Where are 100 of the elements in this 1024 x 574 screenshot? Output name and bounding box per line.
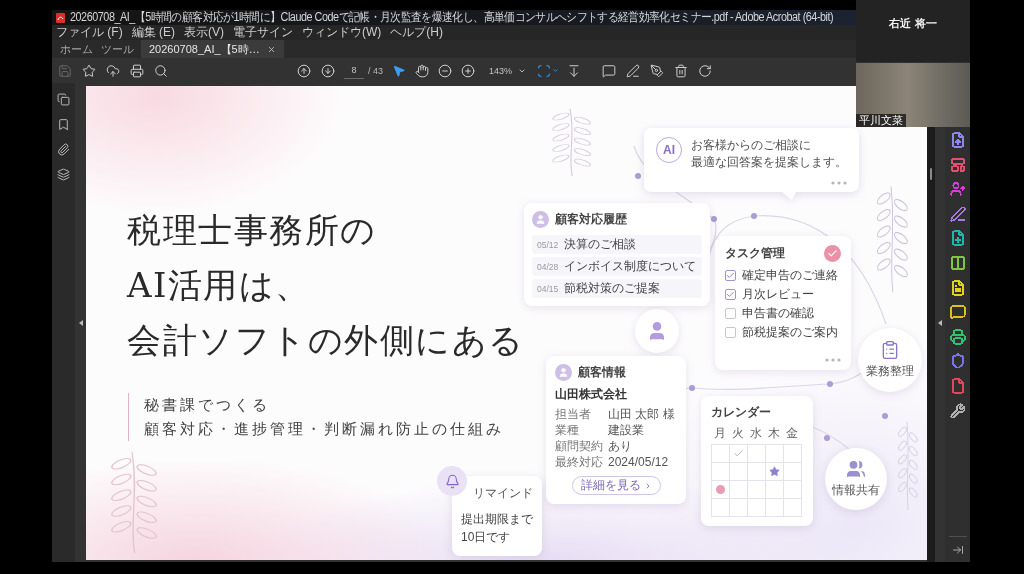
weekday-label: 水 [749, 426, 763, 441]
slide-title: 税理士事務所の AI活用は、 会計ソフトの外側にある [127, 209, 525, 362]
node-label: 業務整理 [866, 363, 914, 380]
search-icon[interactable] [154, 63, 168, 78]
calendar-cell [748, 499, 766, 517]
task-label: 節税提案のご案内 [742, 325, 838, 340]
triangle-left-icon[interactable] [938, 319, 942, 326]
calendar-cell [784, 481, 802, 499]
history-date: 04/15 [537, 283, 560, 294]
rotate-icon[interactable] [698, 63, 712, 78]
weekday-label: 金 [785, 426, 799, 441]
file-plus-icon[interactable] [949, 230, 966, 247]
history-text: インボイス制度について [564, 258, 696, 275]
user-avatar-icon [532, 211, 549, 228]
card-title: 顧客対応履歴 [555, 211, 627, 228]
menu-item[interactable]: 電子サイン [233, 25, 293, 40]
page-count: / 43 [368, 65, 383, 76]
people-icon [846, 459, 866, 479]
field-value: あり [608, 439, 633, 454]
wrench-icon[interactable] [949, 402, 966, 419]
checkbox[interactable] [725, 270, 736, 281]
file-text-icon[interactable] [949, 279, 966, 296]
connector-dot [635, 173, 641, 179]
check-icon [733, 448, 744, 459]
node-label: 情報共有 [832, 482, 880, 499]
page-number-field[interactable]: 8 [344, 62, 364, 79]
copy-icon[interactable] [57, 93, 70, 106]
tab[interactable]: ツール [97, 40, 138, 58]
weekday-label: 木 [767, 426, 781, 441]
close-icon[interactable] [266, 44, 276, 54]
columns-icon[interactable] [949, 254, 966, 271]
zoom-out-icon[interactable] [438, 63, 452, 78]
user-avatar-icon [555, 364, 572, 381]
paperclip-icon[interactable] [57, 143, 70, 156]
company-name: 山田株式会社 [555, 386, 628, 403]
print-icon[interactable] [130, 63, 144, 78]
details-button[interactable]: 詳細を見る [571, 476, 661, 495]
task-label: 確定申告のご連絡 [742, 268, 838, 283]
clipboard-icon [880, 340, 900, 360]
slide-subtitle: 秘書課でつくる 顧客対応・進捗管理・判断漏れ防止の仕組み [128, 393, 525, 441]
pen-icon[interactable] [949, 205, 966, 222]
checkbox[interactable] [725, 308, 736, 319]
user-plus-icon[interactable] [949, 181, 966, 198]
zoom-field[interactable]: 143% [483, 62, 529, 79]
pdf-file-icon [56, 12, 65, 23]
connector-dot [824, 435, 830, 441]
field-label: 担当者 [555, 407, 592, 422]
tab[interactable]: ホーム [56, 40, 97, 58]
reminder-title: リマインド [473, 485, 533, 502]
menu-item[interactable]: ヘルプ(H) [390, 25, 443, 40]
file-up-icon[interactable] [949, 132, 966, 148]
calendar-cell [766, 499, 784, 517]
menu-item[interactable]: 表示(V) [184, 25, 224, 40]
bookmark-icon[interactable] [57, 118, 70, 131]
calendar-cell [730, 499, 748, 517]
pen-nib-icon[interactable] [650, 63, 664, 78]
more-dots-icon [825, 358, 841, 362]
arrow-up-circle-icon[interactable] [297, 63, 311, 78]
pen-icon[interactable] [626, 63, 640, 78]
star-icon[interactable] [82, 63, 96, 78]
field-label: 顧問契約 [555, 439, 604, 454]
checkbox[interactable] [725, 289, 736, 300]
zoom-in-icon[interactable] [461, 63, 475, 78]
arrow-right-bar-icon[interactable] [951, 544, 964, 556]
comment-icon[interactable] [602, 63, 616, 78]
check-circle-icon [824, 245, 841, 262]
more-dots-icon [831, 181, 847, 185]
connector-dot [827, 381, 833, 387]
layers-icon[interactable] [57, 168, 70, 181]
cloud-upload-icon[interactable] [106, 63, 120, 78]
caret-icon[interactable] [552, 67, 559, 74]
window-title: 20260708_AI_【5時間の顧客対応が1時間に】Claude Codeで記帳・月次監査を爆速化し、高単価コンサルへシフトする経営効率化セミナー.pdf - Adobe Acrobat (64-bit) [70, 10, 834, 25]
task-label: 月次レビュー [742, 287, 814, 302]
triangle-left-icon[interactable] [78, 319, 83, 326]
connector-dot [689, 385, 695, 391]
file-icon[interactable] [949, 377, 966, 394]
document-tab[interactable]: 20260708_AI_【5時… [141, 40, 284, 58]
shield-icon[interactable] [949, 353, 966, 370]
card-title: 顧客情報 [578, 364, 626, 381]
history-text: 節税対策のご提案 [564, 280, 660, 297]
field-label: 業種 [555, 423, 580, 438]
scrollbar-thumb[interactable] [930, 168, 932, 180]
checkbox[interactable] [725, 327, 736, 338]
menu-item[interactable]: ウィンドウ(W) [302, 25, 382, 40]
connector-dot [751, 213, 757, 219]
frame-corners-icon[interactable] [537, 63, 551, 78]
field-value: 2024/05/12 [608, 455, 670, 470]
field-value: 建設業 [608, 423, 645, 438]
arrow-down-circle-icon[interactable] [321, 63, 335, 78]
pointer-icon[interactable] [392, 63, 406, 78]
comment-icon[interactable] [949, 304, 966, 321]
calendar-cell [784, 499, 802, 517]
print-icon[interactable] [949, 328, 966, 345]
connector-dot [882, 413, 888, 419]
dot-icon [716, 485, 725, 494]
hand-icon[interactable] [415, 63, 429, 78]
menu-item[interactable]: 編集 (E) [131, 25, 175, 40]
trash-icon[interactable] [674, 63, 688, 78]
menu-item[interactable]: ファイル (F) [56, 25, 123, 40]
layout-icon[interactable] [949, 156, 966, 173]
